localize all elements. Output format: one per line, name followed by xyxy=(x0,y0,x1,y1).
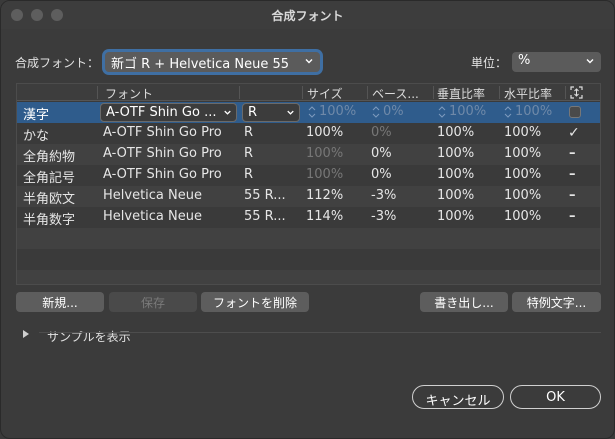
composite-font-table: フォント サイズ ベース... 垂直比率 水平比率 漢字 A-OTF Shin … xyxy=(16,83,601,285)
row-style: 55 R... xyxy=(244,188,286,203)
chevron-down-icon xyxy=(586,59,594,64)
row-baseline: -3% xyxy=(371,209,397,224)
divider xyxy=(39,332,601,333)
row-style: R xyxy=(244,167,254,182)
row-hscale: 100% xyxy=(504,125,542,140)
cancel-button[interactable]: キャンセル xyxy=(412,385,504,409)
baseline-field[interactable]: 0% xyxy=(383,104,404,119)
vscale-stepper-icon[interactable] xyxy=(438,104,446,120)
save-button[interactable]: 保存 xyxy=(109,292,197,312)
font-select-value: A-OTF Shin Go ... xyxy=(106,105,217,120)
table-header: フォント サイズ ベース... 垂直比率 水平比率 xyxy=(17,84,600,101)
row-hscale: 100% xyxy=(504,167,542,182)
table-row-kanji[interactable]: 漢字 A-OTF Shin Go ... R 100% 0% 100% 100% xyxy=(17,102,600,123)
col-header-size[interactable]: サイズ xyxy=(307,85,343,102)
row-baseline: 0% xyxy=(371,146,392,161)
row-vscale: 100% xyxy=(437,167,475,182)
delete-font-button[interactable]: フォントを削除 xyxy=(201,292,309,312)
col-header-horizontal-scale[interactable]: 水平比率 xyxy=(504,85,552,102)
row-hscale: 100% xyxy=(504,146,542,161)
row-font: A-OTF Shin Go Pro xyxy=(103,146,222,161)
baseline-stepper-icon[interactable] xyxy=(372,104,380,120)
row-name: 全角記号 xyxy=(23,171,76,186)
empty-row xyxy=(17,270,600,284)
window-title: 合成フォント xyxy=(271,9,344,23)
row-size: 114% xyxy=(306,209,344,224)
table-row[interactable]: 半角数字 Helvetica Neue 55 R... 114% -3% 100… xyxy=(17,207,600,228)
hscale-stepper-icon[interactable] xyxy=(504,104,512,120)
row-style: R xyxy=(244,125,254,140)
row-style: 55 R... xyxy=(244,209,286,224)
row-font: A-OTF Shin Go Pro xyxy=(103,125,222,140)
row-vscale: 100% xyxy=(437,188,475,203)
size-stepper-icon[interactable] xyxy=(308,104,316,120)
row-size: 100% xyxy=(306,167,344,182)
unit-select[interactable]: % xyxy=(512,52,601,72)
dash-icon[interactable]: – xyxy=(569,146,576,161)
table-row[interactable]: 半角欧文 Helvetica Neue 55 R... 112% -3% 100… xyxy=(17,186,600,207)
table-row[interactable]: 全角記号 A-OTF Shin Go Pro R 100% 0% 100% 10… xyxy=(17,165,600,186)
row-baseline: 0% xyxy=(371,125,392,140)
ok-button[interactable]: OK xyxy=(510,385,601,409)
row-hscale: 100% xyxy=(504,188,542,203)
disclosure-triangle-icon[interactable] xyxy=(22,329,30,339)
special-characters-button[interactable]: 特例文字... xyxy=(512,292,601,312)
fit-height-icon[interactable] xyxy=(570,86,583,99)
col-header-vertical-scale[interactable]: 垂直比率 xyxy=(437,85,485,102)
dash-icon[interactable]: – xyxy=(569,209,576,224)
col-header-baseline[interactable]: ベース... xyxy=(372,85,419,102)
table-row[interactable]: かな A-OTF Shin Go Pro R 100% 0% 100% 100%… xyxy=(17,123,600,144)
row-vscale: 100% xyxy=(437,209,475,224)
empty-row xyxy=(17,249,600,270)
composite-font-dialog: 合成フォント 合成フォント： 新ゴ R + Helvetica Neue 55 … xyxy=(0,0,615,439)
show-sample-label[interactable]: サンプルを表示 xyxy=(47,328,131,345)
col-header-font[interactable]: フォント xyxy=(105,85,153,102)
row-baseline: 0% xyxy=(371,167,392,182)
row-name: かな xyxy=(23,129,50,144)
row-font: Helvetica Neue xyxy=(103,209,202,224)
row-name: 半角欧文 xyxy=(23,192,76,207)
row-name: 半角数字 xyxy=(23,213,76,228)
row-name: 全角約物 xyxy=(23,150,76,165)
row-vscale: 100% xyxy=(437,146,475,161)
checkmark-icon[interactable]: ✓ xyxy=(568,125,580,141)
composite-font-label: 合成フォント： xyxy=(15,56,100,70)
new-button[interactable]: 新規... xyxy=(16,292,104,312)
row-size: 100% xyxy=(306,125,344,140)
font-select[interactable]: A-OTF Shin Go ... xyxy=(100,103,237,122)
row-baseline: -3% xyxy=(371,188,397,203)
row-font: Helvetica Neue xyxy=(103,188,202,203)
chevron-down-icon xyxy=(287,110,294,115)
hscale-field[interactable]: 100% xyxy=(515,104,552,119)
composite-font-select[interactable]: 新ゴ R + Helvetica Neue 55 xyxy=(105,52,320,72)
vscale-field[interactable]: 100% xyxy=(449,104,486,119)
dash-icon[interactable]: – xyxy=(569,167,576,182)
style-select[interactable]: R xyxy=(242,103,300,122)
row-hscale: 100% xyxy=(504,209,542,224)
row-size: 100% xyxy=(306,146,344,161)
row-size: 112% xyxy=(306,188,344,203)
fit-checkbox[interactable] xyxy=(569,106,581,118)
size-field[interactable]: 100% xyxy=(319,104,356,119)
table-row[interactable]: 全角約物 A-OTF Shin Go Pro R 100% 0% 100% 10… xyxy=(17,144,600,165)
row-style: R xyxy=(244,146,254,161)
unit-value: % xyxy=(518,53,531,68)
chevron-down-icon xyxy=(224,110,231,115)
export-button[interactable]: 書き出し... xyxy=(420,292,508,312)
empty-row xyxy=(17,228,600,249)
composite-font-value: 新ゴ R + Helvetica Neue 55 xyxy=(111,57,289,72)
title-bar[interactable]: 合成フォント xyxy=(1,1,614,29)
row-name: 漢字 xyxy=(23,108,50,123)
row-font: A-OTF Shin Go Pro xyxy=(103,167,222,182)
style-select-value: R xyxy=(248,105,258,120)
chevron-down-icon xyxy=(305,59,313,64)
unit-label: 単位： xyxy=(471,56,508,70)
row-vscale: 100% xyxy=(437,125,475,140)
dash-icon[interactable]: – xyxy=(569,188,576,203)
